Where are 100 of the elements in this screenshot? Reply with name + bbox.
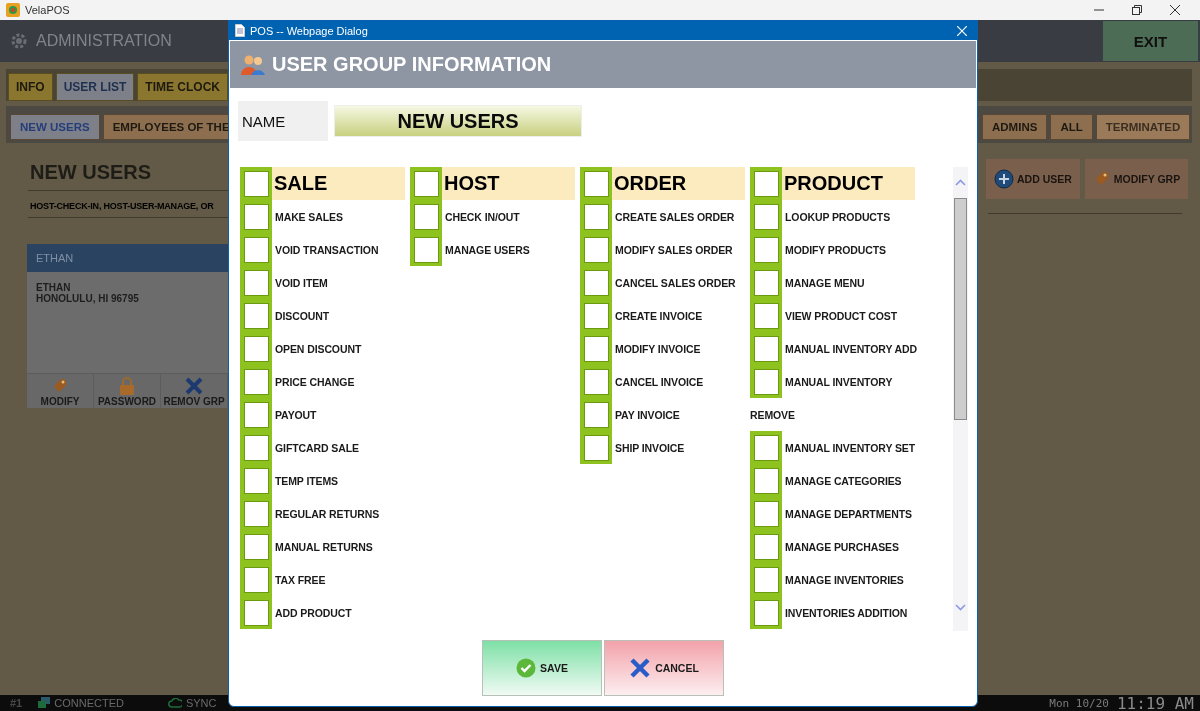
scroll-thumb[interactable] [954, 198, 967, 420]
permissions-text: HOST-CHECK-IN, HOST-USER-MANAGE, OR [30, 201, 215, 211]
status-time: 11:19 AM [1116, 693, 1194, 711]
chevron-down-icon[interactable] [955, 604, 966, 611]
action-button[interactable]: MODIFY GRP [1084, 159, 1189, 199]
document-icon [235, 24, 245, 37]
action-button[interactable]: ADD USER [986, 159, 1080, 199]
checkbox[interactable] [753, 335, 779, 362]
tab[interactable]: USER LIST [55, 73, 135, 101]
checkbox[interactable] [243, 269, 269, 296]
checkbox[interactable] [753, 269, 779, 296]
checkbox[interactable] [583, 302, 609, 329]
permission-label: ADD PRODUCT [275, 606, 352, 619]
tab[interactable]: ALL [1050, 114, 1093, 140]
checkbox[interactable] [753, 533, 779, 560]
checkbox[interactable] [753, 236, 779, 263]
checkbox[interactable] [243, 599, 269, 626]
cancel-button[interactable]: CANCEL [604, 640, 724, 696]
status-date: Mon 10/20 [1049, 696, 1109, 710]
permission-label: OPEN DISCOUNT [275, 342, 362, 355]
exit-button[interactable]: EXIT [1103, 21, 1198, 61]
permission-label: MAKE SALES [275, 210, 343, 223]
permission-label: MANAGE DEPARTMENTS [785, 507, 912, 520]
tab[interactable]: TIME CLOCK [137, 73, 228, 101]
permission-label: MANUAL INVENTORY SET [785, 441, 916, 454]
checkbox[interactable] [583, 335, 609, 362]
permission-label: PAYOUT [275, 408, 317, 421]
checkbox[interactable] [413, 203, 439, 230]
checkbox[interactable] [243, 335, 269, 362]
gear-icon [10, 32, 28, 50]
card-action-button[interactable]: MODIFY [27, 374, 94, 408]
permission-label: CREATE INVOICE [615, 309, 703, 322]
checkbox[interactable] [753, 203, 779, 230]
app-title: VelaPOS [25, 4, 70, 16]
cloud-icon [167, 698, 182, 708]
permission-label: MANAGE MENU [785, 276, 865, 289]
user-card-text: ETHAN [36, 282, 72, 293]
checkbox[interactable] [243, 302, 269, 329]
checkbox[interactable] [583, 236, 609, 263]
permission-label: PAY INVOICE [615, 408, 680, 421]
checkbox[interactable] [243, 170, 269, 197]
sync-status: SYNC [185, 697, 217, 709]
checkbox[interactable] [753, 434, 779, 461]
close-icon[interactable] [1170, 5, 1180, 15]
checkbox[interactable] [583, 434, 609, 461]
plus-circle-icon [994, 169, 1014, 189]
user-card-text: HONOLULU, HI 96795 [36, 293, 140, 304]
restore-icon[interactable] [1132, 5, 1142, 15]
checkbox[interactable] [753, 302, 779, 329]
name-field[interactable]: NEW USERS [334, 105, 582, 137]
tab[interactable]: INFO [8, 73, 53, 101]
checkbox[interactable] [413, 170, 439, 197]
connection-status: CONNECTED [54, 697, 124, 709]
checkbox[interactable] [753, 467, 779, 494]
checkbox[interactable] [243, 566, 269, 593]
checkbox[interactable] [583, 368, 609, 395]
section-title: ORDER [614, 172, 687, 195]
section-title: SALE [274, 172, 328, 195]
permission-label: MANAGE CATEGORIES [785, 474, 902, 487]
checkbox[interactable] [243, 203, 269, 230]
permission-label: LOOKUP PRODUCTS [785, 210, 891, 223]
dialog-heading: USER GROUP INFORMATION [272, 53, 552, 76]
checkbox[interactable] [753, 170, 779, 197]
permission-label: MANAGE PURCHASES [785, 540, 899, 553]
checkbox[interactable] [243, 467, 269, 494]
check-circle-icon [516, 658, 537, 678]
permission-label: REGULAR RETURNS [275, 507, 380, 520]
permission-label: MODIFY SALES ORDER [615, 243, 733, 256]
checkbox[interactable] [243, 401, 269, 428]
monitor-icon [38, 697, 51, 709]
checkbox[interactable] [243, 236, 269, 263]
checkbox[interactable] [243, 533, 269, 560]
card-action-button[interactable]: REMOV GRP [161, 374, 228, 408]
save-button[interactable]: SAVE [482, 640, 602, 696]
permission-label: MODIFY PRODUCTS [785, 243, 886, 256]
permission-label: INVENTORIES ADDITION [785, 606, 908, 619]
permission-label: MODIFY INVOICE [615, 342, 701, 355]
page-title: ADMINISTRATION [36, 32, 172, 50]
checkbox[interactable] [753, 368, 779, 395]
checkbox[interactable] [583, 269, 609, 296]
checkbox[interactable] [243, 368, 269, 395]
checkbox[interactable] [753, 566, 779, 593]
checkbox[interactable] [243, 434, 269, 461]
dialog-title: POS -- Webpage Dialog [250, 24, 368, 37]
checkbox[interactable] [753, 500, 779, 527]
permission-label: REMOVE [750, 408, 795, 421]
permission-label: MANAGE USERS [445, 243, 530, 256]
chevron-up-icon[interactable] [955, 179, 966, 186]
checkbox[interactable] [583, 401, 609, 428]
checkbox[interactable] [243, 500, 269, 527]
tab[interactable]: NEW USERS [10, 114, 100, 140]
tab[interactable]: ADMINS [982, 114, 1048, 140]
card-action-button[interactable]: PASSWORD [94, 374, 161, 408]
scrollbar[interactable] [953, 167, 968, 631]
checkbox[interactable] [583, 203, 609, 230]
permission-label: CANCEL SALES ORDER [615, 276, 736, 289]
checkbox[interactable] [583, 170, 609, 197]
checkbox[interactable] [413, 236, 439, 263]
checkbox[interactable] [753, 599, 779, 626]
permission-label: VOID ITEM [275, 276, 328, 289]
